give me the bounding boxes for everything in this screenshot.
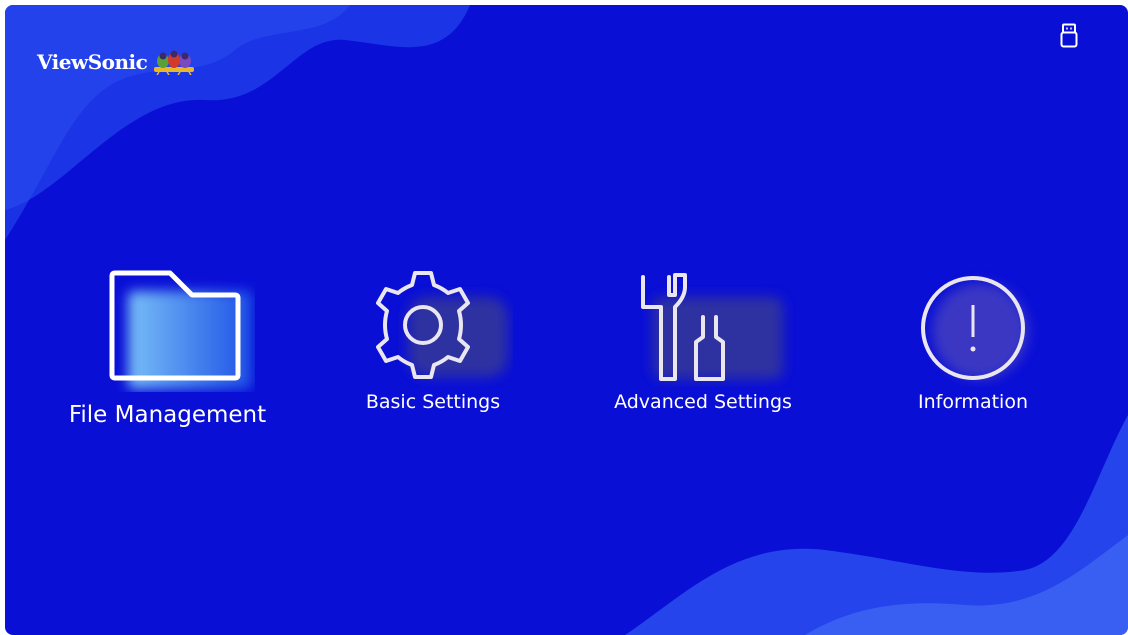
viewsonic-birds-logo-icon [154,50,195,75]
menu-item-file-management[interactable]: File Management [60,267,275,428]
menu-label-basic-settings: Basic Settings [365,391,501,413]
usb-storage-icon [1060,23,1078,48]
brand-logo: ViewSonic [37,49,196,75]
brand-name: ViewSonic [37,50,148,74]
home-screen: ViewSonic File Management Basic Settings… [5,5,1128,635]
menu-label-file-management: File Management [68,402,267,428]
menu-label-information: Information [918,391,1028,413]
menu-item-basic-settings[interactable]: Basic Settings [353,267,513,413]
gear-icon [376,271,508,379]
info-icon [921,276,1028,380]
menu-label-advanced-settings: Advanced Settings [614,391,792,413]
tools-icon [641,273,783,381]
menu-item-information[interactable]: Information [898,267,1048,413]
folder-icon [109,270,252,389]
menu-item-advanced-settings[interactable]: Advanced Settings [603,267,803,413]
